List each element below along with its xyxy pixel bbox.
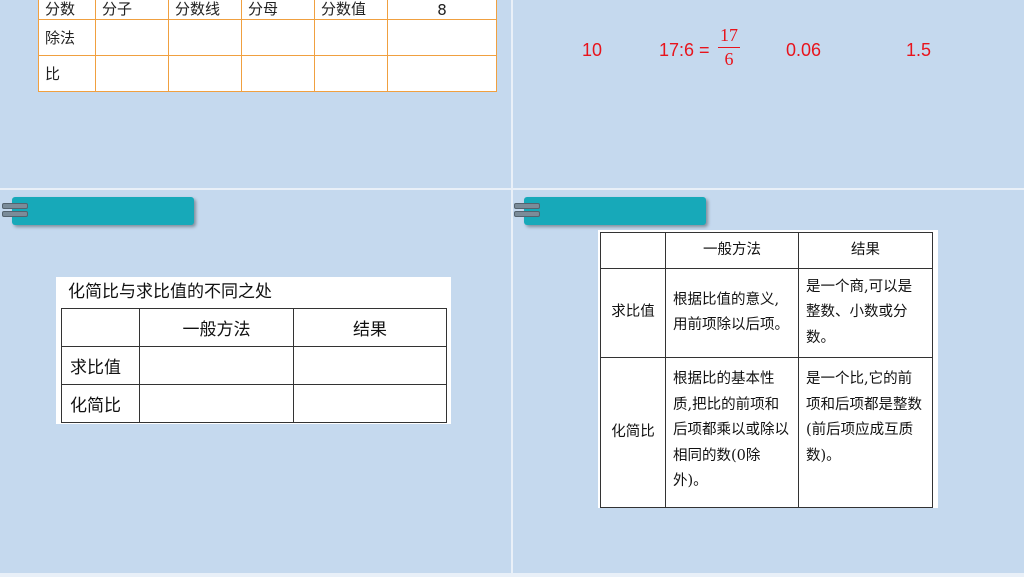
table-cell: 8: [387, 0, 497, 20]
blank-cell: [139, 384, 294, 423]
clip-icon: [2, 211, 28, 217]
fraction-bar: [718, 47, 740, 48]
blank-cell: [293, 346, 447, 385]
horizontal-divider: [0, 188, 1024, 190]
header-cell: [61, 308, 140, 347]
bottom-divider: [0, 573, 1024, 577]
clip-icon: [2, 203, 28, 209]
table-cell: 分子: [95, 0, 169, 20]
header-cell: [600, 232, 666, 269]
row-label: 比: [38, 55, 96, 92]
header-cell: 结果: [293, 308, 447, 347]
answer-card: 一般方法 结果 求比值 根据比值的意义,用前项除以后项。 是一个商,可以是整数、…: [598, 230, 938, 508]
practice-card: 化简比与求比值的不同之处 一般方法 结果 求比值 化简比: [56, 277, 451, 424]
clip-icon: [514, 211, 540, 217]
vertical-divider: [511, 0, 513, 577]
result-cell: 是一个比,它的前项和后项都是整数(前后项应成互质数)。: [798, 357, 933, 508]
table-cell: 分母: [241, 0, 315, 20]
fraction-denominator: 6: [724, 49, 734, 69]
answer-1: 10: [582, 40, 603, 60]
answer-table: 一般方法 结果 求比值 根据比值的意义,用前项除以后项。 是一个商,可以是整数、…: [600, 232, 933, 508]
method-cell: 根据比值的意义,用前项除以后项。: [665, 268, 799, 358]
section-tab-left: [2, 197, 194, 225]
table-cell: 分数线: [168, 0, 242, 20]
table-cell: 分数值: [314, 0, 388, 20]
answer-2-fraction: 17 6: [718, 25, 740, 70]
header-cell: 结果: [798, 232, 933, 269]
practice-table: 一般方法 结果 求比值 化简比: [61, 308, 447, 423]
section-tab-right: [514, 197, 706, 225]
blank-cell: [139, 346, 294, 385]
table-cell: 分数: [38, 0, 96, 20]
row-label: 化简比: [600, 357, 666, 508]
header-cell: 一般方法: [139, 308, 294, 347]
result-cell: 是一个商,可以是整数、小数或分数。: [798, 268, 933, 358]
header-cell: 一般方法: [665, 232, 799, 269]
answer-2-prefix: 17:6 =: [659, 40, 710, 60]
answer-4: 1.5: [906, 40, 932, 60]
row-label: 化简比: [61, 384, 140, 423]
fraction-numerator: 17: [720, 25, 738, 45]
row-label: 求比值: [600, 268, 666, 358]
answer-3: 0.06: [786, 40, 822, 60]
blank-cell: [293, 384, 447, 423]
practice-caption: 化简比与求比值的不同之处: [68, 282, 272, 302]
row-label: 除法: [38, 19, 96, 56]
row-label: 求比值: [61, 346, 140, 385]
fraction-division-ratio-table: 分数 分子 分数线 分母 分数值 8 除法 比: [38, 0, 497, 92]
method-cell: 根据比的基本性质,把比的前项和后项都乘以或除以相同的数(0除外)。: [665, 357, 799, 508]
clip-icon: [514, 203, 540, 209]
